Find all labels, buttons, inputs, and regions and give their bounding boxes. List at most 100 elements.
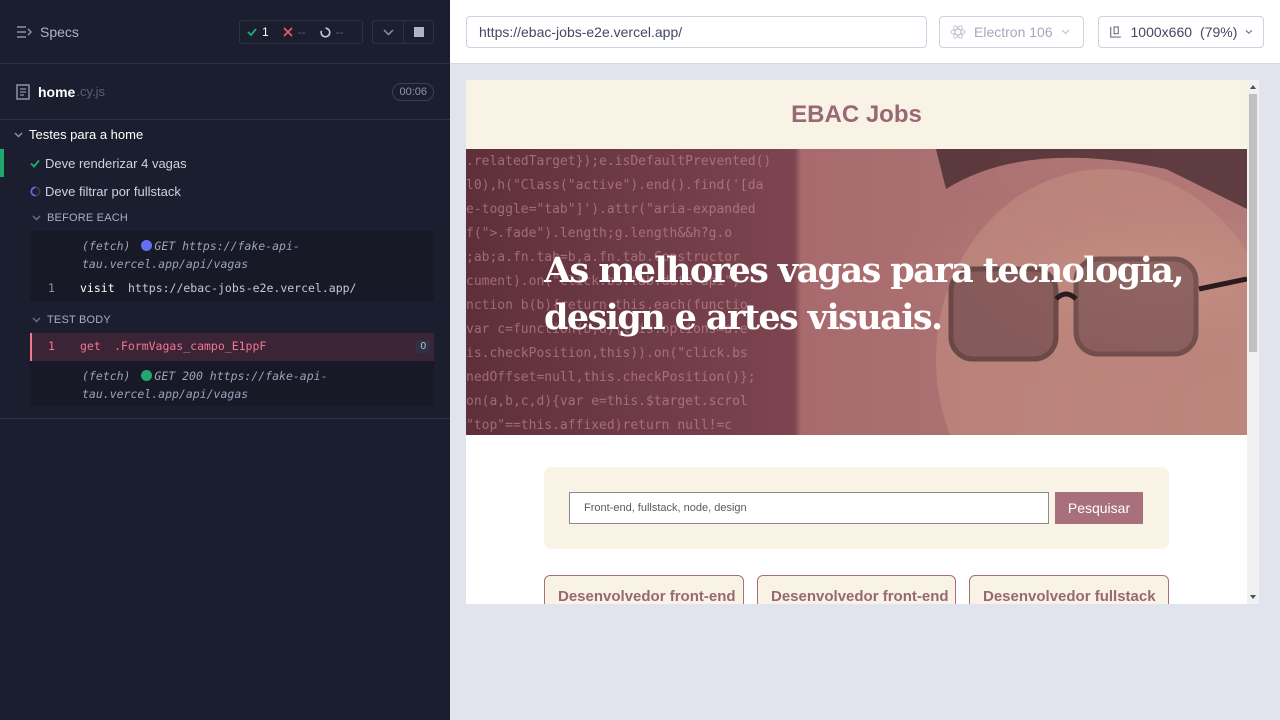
spec-file-header: home .cy.js 00:06 xyxy=(0,64,450,120)
auto-scroll-button[interactable] xyxy=(372,20,404,44)
command-method: get xyxy=(80,339,101,353)
scroll-down-icon xyxy=(1250,595,1256,599)
command-get[interactable]: 1 get .FormVagas_campo_E1ppF 0 xyxy=(30,333,434,361)
chevron-down-icon xyxy=(32,215,41,221)
command-method: visit xyxy=(80,281,115,295)
command-fetch[interactable]: (fetch) GET 200 https://fake-api- tau.ve… xyxy=(30,361,434,406)
failed-count: -- xyxy=(297,25,306,39)
spec-extension: .cy.js xyxy=(76,84,105,99)
svg-text:f(">.fade").length;g.length&&h: f(">.fade").length;g.length&&h?g.o xyxy=(466,226,732,241)
spinner-icon xyxy=(30,186,41,196)
stop-icon xyxy=(413,27,424,37)
chevron-down-icon xyxy=(32,317,41,323)
pending-count: -- xyxy=(335,25,344,39)
pending-stat: -- xyxy=(313,25,351,39)
command-number: 1 xyxy=(48,339,55,353)
hook-title: BEFORE EACH xyxy=(47,212,129,224)
svg-text:on(a,b,c,d){var e=this.$target: on(a,b,c,d){var e=this.$target.scrol xyxy=(466,394,748,409)
viewport-size: 1000x660 xyxy=(1130,24,1193,40)
url-text: https://ebac-jobs-e2e.vercel.app/ xyxy=(479,24,683,40)
command-number: 1 xyxy=(48,281,55,295)
command-message: .FormVagas_campo_E1ppF xyxy=(114,339,267,353)
test-title: Deve filtrar por fullstack xyxy=(45,183,181,199)
svg-text:is.checkPosition,this)).on("cl: is.checkPosition,this)).on("click.bs xyxy=(466,346,748,361)
file-icon xyxy=(16,83,30,100)
fetch-request: GET 200 https://fake-api- xyxy=(154,369,328,383)
fetch-request-cont: tau.vercel.app/api/vagas xyxy=(82,257,249,271)
before-each-commands: (fetch) GET https://fake-api- tau.vercel… xyxy=(30,231,434,301)
scroll-up-icon xyxy=(1250,85,1256,89)
test-body-title[interactable]: TEST BODY xyxy=(0,307,450,333)
aut-header: https://ebac-jobs-e2e.vercel.app/ Electr… xyxy=(450,0,1280,64)
suite-title: Testes para a home xyxy=(29,127,144,142)
scrollbar[interactable] xyxy=(1247,80,1259,604)
browser-selector[interactable]: Electron 106 xyxy=(939,16,1084,48)
aut-iframe: EBAC Jobs .relatedTarget});e.isDefaultPr… xyxy=(466,80,1259,604)
chevron-down-icon xyxy=(1061,29,1070,35)
search-form: Front-end, fullstack, node, design Pesqu… xyxy=(544,467,1169,549)
divider xyxy=(0,418,450,419)
spec-duration: 00:06 xyxy=(392,83,434,101)
job-title: Desenvolvedor front-end xyxy=(771,588,949,604)
stop-button[interactable] xyxy=(403,20,434,44)
job-card[interactable]: Desenvolvedor front-end xyxy=(757,575,956,604)
chevron-down-icon xyxy=(1245,29,1253,35)
x-icon xyxy=(283,27,293,37)
hero-headline: As melhores vagas para tecnologia, desig… xyxy=(544,247,1185,341)
fetch-request-cont: tau.vercel.app/api/vagas xyxy=(82,387,249,401)
before-each-hook-title[interactable]: BEFORE EACH xyxy=(0,205,450,231)
test-row-passed[interactable]: Deve renderizar 4 vagas xyxy=(0,149,450,177)
test-row-running[interactable]: Deve filtrar por fullstack xyxy=(0,177,450,205)
job-title: Desenvolvedor fullstack xyxy=(983,588,1156,604)
chevron-down-icon xyxy=(14,132,23,137)
command-message: https://ebac-jobs-e2e.vercel.app/ xyxy=(128,281,357,295)
job-card[interactable]: Desenvolvedor fullstack xyxy=(969,575,1169,604)
job-card[interactable]: Desenvolvedor front-end xyxy=(544,575,744,604)
hook-title: TEST BODY xyxy=(47,314,111,326)
site-page: EBAC Jobs .relatedTarget});e.isDefaultPr… xyxy=(466,80,1247,604)
success-dot-icon xyxy=(141,370,153,381)
suite-row[interactable]: Testes para a home xyxy=(0,120,450,149)
command-fetch[interactable]: (fetch) GET https://fake-api- tau.vercel… xyxy=(30,231,434,275)
viewport-selector[interactable]: 1000x660 (79%) xyxy=(1098,16,1264,48)
url-bar[interactable]: https://ebac-jobs-e2e.vercel.app/ xyxy=(466,16,927,48)
specs-label: Specs xyxy=(40,23,79,40)
pending-dot-icon xyxy=(141,240,153,251)
check-icon xyxy=(247,28,257,37)
check-icon xyxy=(30,159,40,168)
specs-icon xyxy=(17,25,32,38)
electron-icon xyxy=(950,25,966,39)
svg-text:"top"==this.affixed)return nul: "top"==this.affixed)return null!=c xyxy=(466,418,732,433)
chevron-down-icon xyxy=(382,28,394,36)
svg-text:nedOffset=null,this.checkPosit: nedOffset=null,this.checkPosition()}; xyxy=(466,370,756,385)
fetch-request: GET https://fake-api- xyxy=(154,239,300,253)
browser-name: Electron 106 xyxy=(974,24,1053,40)
search-input[interactable]: Front-end, fullstack, node, design xyxy=(569,492,1049,524)
reporter-panel: Specs 1 -- -- home .cy.js 00:06 Testes p… xyxy=(0,0,450,720)
site-header: EBAC Jobs xyxy=(466,80,1247,149)
svg-text:.relatedTarget});e.isDefaultPr: .relatedTarget});e.isDefaultPrevented() xyxy=(466,154,771,169)
job-title: Desenvolvedor front-end xyxy=(558,588,736,604)
svg-text:e-toggle="tab"]').attr("aria-e: e-toggle="tab"]').attr("aria-expanded xyxy=(466,202,756,217)
spec-name: home xyxy=(38,83,76,100)
fetch-label: (fetch) xyxy=(82,239,131,253)
test-stats: 1 -- -- xyxy=(239,20,363,44)
viewport-icon xyxy=(1110,26,1121,38)
passed-stat: 1 xyxy=(240,25,276,39)
element-count-badge: 0 xyxy=(416,340,430,353)
test-title: Deve renderizar 4 vagas xyxy=(45,155,187,171)
spinner-icon xyxy=(320,26,331,38)
test-body-commands: 1 get .FormVagas_campo_E1ppF 0 (fetch) G… xyxy=(30,333,434,406)
viewport-zoom: (79%) xyxy=(1200,24,1238,40)
command-visit[interactable]: 1 visit https://ebac-jobs-e2e.vercel.app… xyxy=(30,275,434,301)
svg-text:l0),h("Class("active").end().f: l0),h("Class("active").end().find('[da xyxy=(466,178,763,193)
passed-count: 1 xyxy=(262,25,269,39)
site-title: EBAC Jobs xyxy=(791,100,922,128)
specs-button[interactable]: Specs xyxy=(16,24,79,40)
hero-line-2: design e artes visuais. xyxy=(544,297,943,338)
reporter-header: Specs 1 -- -- xyxy=(0,0,450,64)
scrollbar-thumb[interactable] xyxy=(1249,94,1257,352)
search-button[interactable]: Pesquisar xyxy=(1055,492,1143,524)
search-placeholder: Front-end, fullstack, node, design xyxy=(584,502,747,514)
fetch-label: (fetch) xyxy=(82,369,131,383)
